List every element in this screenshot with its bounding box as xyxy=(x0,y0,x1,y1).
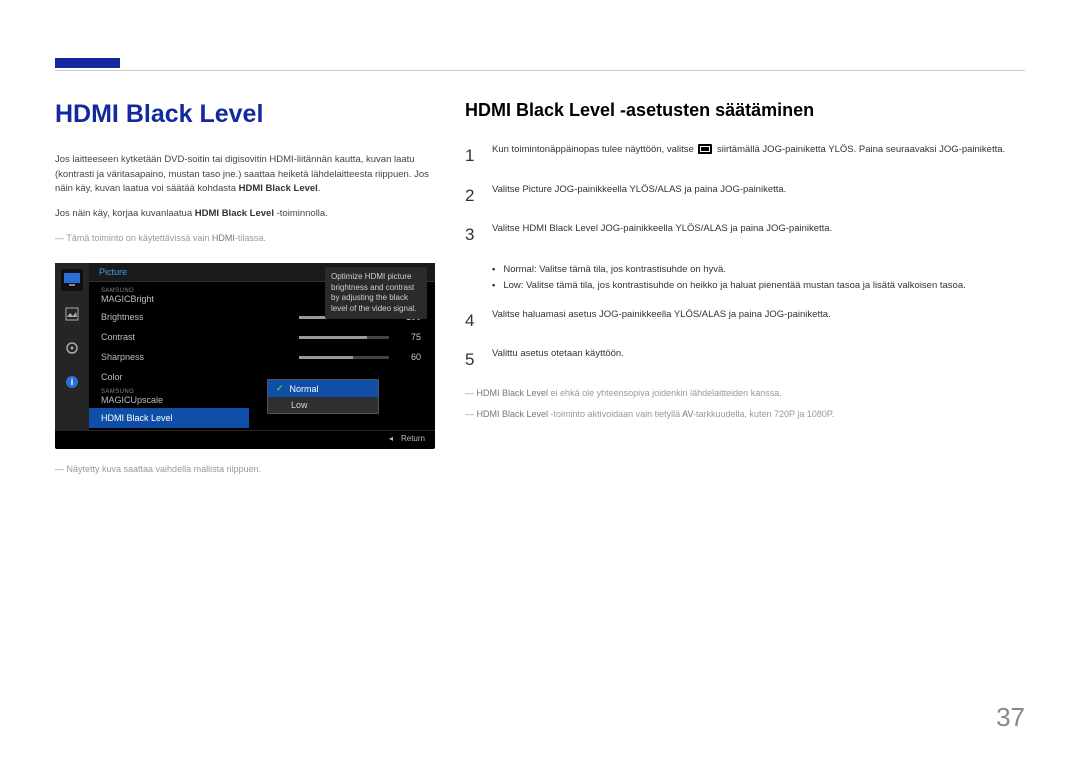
text: : Valitse tämä tila, jos kontrastisuhde … xyxy=(521,280,966,291)
check-icon: ✓ xyxy=(276,383,284,394)
gear-icon[interactable] xyxy=(61,337,83,359)
osd-title-text: Picture xyxy=(99,267,127,277)
row-label: Brightness xyxy=(101,312,144,322)
option-normal-label: Normal xyxy=(503,264,534,275)
text: Jos näin käy, korjaa kuvanlaatua xyxy=(55,208,195,219)
text: -toiminnolla. xyxy=(274,208,328,219)
osd-tooltip: Optimize HDMI picture brightness and con… xyxy=(325,267,427,319)
return-label[interactable]: Return xyxy=(401,434,425,443)
step-number: 3 xyxy=(465,222,476,248)
osd-row-magic-upscale[interactable]: SAMSUNGMAGICUpscale xyxy=(89,387,435,408)
slider-track[interactable] xyxy=(299,356,389,359)
row-label: HDMI Black Level xyxy=(101,413,173,423)
slider-fill xyxy=(299,356,353,359)
step-2: 2 Valitse Picture JOG-painikkeella YLÖS/… xyxy=(465,183,1025,209)
bullet-dot: • xyxy=(492,278,495,294)
option-label: Normal xyxy=(290,384,319,394)
text: : Valitse tämä tila, jos kontrastisuhde … xyxy=(534,264,726,275)
text: . xyxy=(318,183,321,194)
intro-paragraph-2: Jos näin käy, korjaa kuvanlaatua HDMI Bl… xyxy=(55,207,435,222)
option-label: Low xyxy=(291,400,308,410)
text: siirtämällä JOG-painiketta YLÖS. Paina s… xyxy=(714,144,1005,155)
row-label: Color xyxy=(101,372,123,382)
text: -tilassa. xyxy=(235,233,266,243)
osd-row-color[interactable]: Color xyxy=(89,367,435,387)
step-4: 4 Valitse haluamasi asetus JOG-painikkee… xyxy=(465,308,1025,334)
text: Valittu asetus otetaan käyttöön. xyxy=(492,347,624,373)
text: Valitse xyxy=(492,223,522,234)
bullet-dot: • xyxy=(492,262,495,278)
back-arrow-icon[interactable]: ◂ xyxy=(389,434,393,443)
picture-frame-icon[interactable] xyxy=(61,303,83,325)
footnote-hdmi-mode: ― Tämä toiminto on käytettävissä vain HD… xyxy=(55,232,435,246)
step-number: 5 xyxy=(465,347,476,373)
text-bold: HDMI Black Level xyxy=(477,388,549,398)
left-column: HDMI Black Level Jos laitteeseen kytketä… xyxy=(55,100,435,476)
text-bold: AV xyxy=(682,409,693,419)
step-number: 2 xyxy=(465,183,476,209)
option-bullets: •Normal: Valitse tämä tila, jos kontrast… xyxy=(492,262,1025,294)
text: Valitse xyxy=(492,184,522,195)
subsection-title: HDMI Black Level -asetusten säätäminen xyxy=(465,100,1025,121)
footnote-av: ― HDMI Black Level -toiminto aktivoidaan… xyxy=(465,408,1025,422)
svg-text:i: i xyxy=(71,377,74,387)
row-label: Sharpness xyxy=(101,352,144,362)
row-label: Contrast xyxy=(101,332,135,342)
text: -tarkkuudella, kuten 720P ja 1080P. xyxy=(693,409,834,419)
step-5: 5 Valittu asetus otetaan käyttöön. xyxy=(465,347,1025,373)
text: Kun toimintonäppäinopas tulee näyttöön, … xyxy=(492,144,696,155)
osd-footer: ◂ Return xyxy=(55,430,435,445)
text-red: Picture xyxy=(522,184,552,195)
text: JOG-painikkeella YLÖS/ALAS ja paina JOG-… xyxy=(552,184,786,195)
header-horizontal-rule xyxy=(55,70,1025,71)
osd-dropdown: ✓ Normal Low xyxy=(267,379,379,414)
intro-paragraph-1: Jos laitteeseen kytketään DVD-soitin tai… xyxy=(55,153,435,197)
text: -toiminto aktivoidaan vain tietyllä xyxy=(548,409,682,419)
page-number: 37 xyxy=(996,702,1025,733)
osd-screenshot: i Picture SAMSUNGMAGICBright Custom Brig… xyxy=(55,263,435,449)
text: ei ehkä ole yhteensopiva joidenkin lähde… xyxy=(548,388,782,398)
right-column: HDMI Black Level -asetusten säätäminen 1… xyxy=(465,100,1025,476)
text: Valitse haluamasi asetus JOG-painikkeell… xyxy=(492,308,831,334)
text-bold: HDMI Black Level xyxy=(239,183,318,194)
screenshot-caption: ― Näytetty kuva saattaa vaihdella mallis… xyxy=(55,463,435,477)
step-3: 3 Valitse HDMI Black Level JOG-painikkee… xyxy=(465,222,1025,248)
step-1: 1 Kun toimintonäppäinopas tulee näyttöön… xyxy=(465,143,1025,169)
section-title: HDMI Black Level xyxy=(55,100,435,129)
monitor-icon[interactable] xyxy=(61,269,83,291)
step-number: 4 xyxy=(465,308,476,334)
dropdown-option-normal[interactable]: ✓ Normal xyxy=(268,380,378,397)
text: ― Tämä toiminto on käytettävissä vain xyxy=(55,233,212,243)
dropdown-option-low[interactable]: Low xyxy=(268,397,378,413)
text-bold: HDMI Black Level xyxy=(477,409,549,419)
text-bold: HDMI xyxy=(212,233,235,243)
row-value: 60 xyxy=(397,352,421,362)
osd-row-hdmi-black-level[interactable]: HDMI Black Level xyxy=(89,408,249,428)
text-bold: HDMI Black Level xyxy=(522,223,598,234)
row-label: MAGICUpscale xyxy=(101,395,163,405)
menu-icon xyxy=(698,144,712,154)
text: JOG-painikkeella YLÖS/ALAS ja paina JOG-… xyxy=(598,223,832,234)
slider-track[interactable] xyxy=(299,336,389,339)
footnote-compat: ― HDMI Black Level ei ehkä ole yhteensop… xyxy=(465,387,1025,401)
slider-fill xyxy=(299,336,367,339)
step-number: 1 xyxy=(465,143,476,169)
osd-sidebar: i xyxy=(55,263,89,430)
osd-row-contrast[interactable]: Contrast 75 xyxy=(89,327,435,347)
info-icon[interactable]: i xyxy=(61,371,83,393)
header-accent-bar xyxy=(55,58,120,68)
row-value: 75 xyxy=(397,332,421,342)
osd-row-sharpness[interactable]: Sharpness 60 xyxy=(89,347,435,367)
option-low-label: Low xyxy=(503,280,520,291)
text-bold: HDMI Black Level xyxy=(195,208,274,219)
row-label: MAGICBright xyxy=(101,294,154,304)
